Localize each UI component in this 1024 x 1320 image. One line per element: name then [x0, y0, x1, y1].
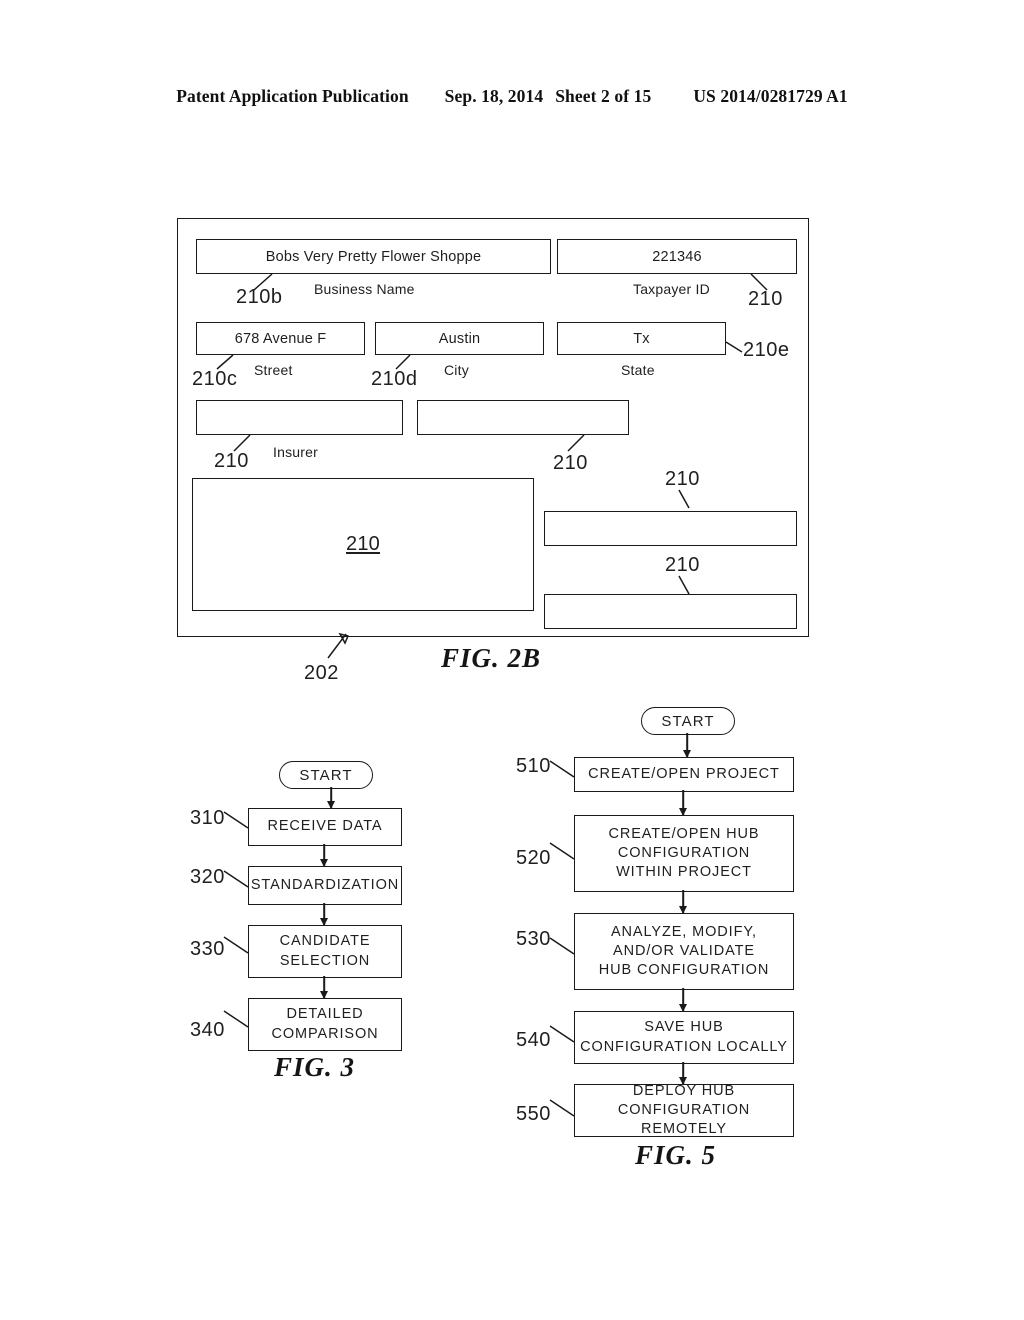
- fig5-step-520-label: CREATE/OPEN HUB CONFIGURATION WITHIN PRO…: [608, 825, 760, 881]
- unlabeled-field-1[interactable]: [417, 400, 629, 435]
- patent-sheet: Patent Application Publication Sep. 18, …: [0, 0, 1024, 1320]
- fig5-arrow-530-540: [677, 988, 689, 1012]
- publication-date: Sep. 18, 2014: [444, 86, 544, 106]
- fig3-step-320-label: STANDARDIZATION: [250, 876, 400, 893]
- fig5-step-510-label: CREATE/OPEN PROJECT: [588, 765, 780, 782]
- insurer-field[interactable]: [196, 400, 403, 435]
- fig3-arrow-start-310: [325, 787, 337, 809]
- fig3-step-310: RECEIVE DATA: [248, 808, 402, 846]
- business-name-value: Bobs Very Pretty Flower Shoppe: [265, 248, 482, 265]
- unlabeled-field-2[interactable]: [544, 511, 797, 546]
- city-label: City: [444, 362, 469, 378]
- ref-210e: 210e: [743, 339, 790, 361]
- ref-310: 310: [190, 807, 225, 829]
- city-field[interactable]: Austin: [375, 322, 544, 355]
- ref-210c: 210c: [192, 368, 238, 390]
- ref-210-field3: 210: [665, 554, 700, 576]
- fig2b-caption: FIG. 2B: [441, 643, 542, 673]
- fig5-step-520: CREATE/OPEN HUB CONFIGURATION WITHIN PRO…: [574, 815, 794, 892]
- fig5-step-530: ANALYZE, MODIFY, AND/OR VALIDATE HUB CON…: [574, 913, 794, 990]
- street-field[interactable]: 678 Avenue F: [196, 322, 365, 355]
- city-value: Austin: [438, 330, 481, 347]
- ref-540: 540: [516, 1029, 551, 1051]
- fig5-caption: FIG. 5: [635, 1140, 717, 1170]
- fig3-arrow-330-340: [318, 976, 330, 999]
- ref-340: 340: [190, 1019, 225, 1041]
- fig3-step-330-label: CANDIDATE SELECTION: [279, 933, 371, 969]
- ref-210-field2: 210: [665, 468, 700, 490]
- state-field[interactable]: Tx: [557, 322, 726, 355]
- fig3-step-320: STANDARDIZATION: [248, 866, 402, 905]
- ref-202: 202: [304, 662, 339, 684]
- taxpayer-id-value: 221346: [652, 248, 702, 265]
- fig3-step-330: CANDIDATE SELECTION: [248, 925, 402, 978]
- large-display-panel[interactable]: 210: [192, 478, 534, 611]
- ref-550: 550: [516, 1103, 551, 1125]
- fig3-arrow-310-320: [318, 844, 330, 867]
- taxpayer-id-label: Taxpayer ID: [633, 281, 710, 297]
- fig5-step-530-label: ANALYZE, MODIFY, AND/OR VALIDATE HUB CON…: [598, 923, 770, 979]
- fig5-step-540: SAVE HUB CONFIGURATION LOCALLY: [574, 1011, 794, 1064]
- fig5-arrow-540-550: [677, 1062, 689, 1085]
- fig5-arrow-510-520: [677, 790, 689, 816]
- fig5-step-550-label: DEPLOY HUB CONFIGURATION REMOTELY: [617, 1082, 751, 1138]
- fig3-start-label: START: [299, 766, 353, 784]
- ref-320: 320: [190, 866, 225, 888]
- publication-title: Patent Application Publication: [176, 86, 409, 106]
- state-value: Tx: [633, 330, 650, 347]
- sheet-number: Sheet 2 of 15: [555, 86, 652, 106]
- fig3-step-340: DETAILED COMPARISON: [248, 998, 402, 1051]
- ref-210d: 210d: [371, 368, 418, 390]
- fig5-step-540-label: SAVE HUB CONFIGURATION LOCALLY: [580, 1019, 788, 1055]
- fig5-arrow-520-530: [677, 890, 689, 914]
- street-value: 678 Avenue F: [234, 330, 327, 347]
- ref-210-field1: 210: [553, 452, 588, 474]
- fig3-step-340-label: DETAILED COMPARISON: [271, 1006, 379, 1042]
- fig5-step-550: DEPLOY HUB CONFIGURATION REMOTELY: [574, 1082, 794, 1138]
- street-label: Street: [254, 362, 293, 378]
- patent-number: US 2014/0281729 A1: [693, 86, 848, 106]
- fig3-caption: FIG. 3: [274, 1052, 356, 1082]
- taxpayer-id-field[interactable]: 221346: [557, 239, 797, 274]
- business-name-field[interactable]: Bobs Very Pretty Flower Shoppe: [196, 239, 551, 274]
- ref-510: 510: [516, 755, 551, 777]
- fig5-step-510: CREATE/OPEN PROJECT: [574, 757, 794, 792]
- fig3-step-310-label: RECEIVE DATA: [267, 818, 383, 835]
- ref-530: 530: [516, 928, 551, 950]
- insurer-label: Insurer: [273, 444, 318, 460]
- ref-330: 330: [190, 938, 225, 960]
- business-name-label: Business Name: [314, 281, 415, 297]
- ref-210-insurer: 210: [214, 450, 249, 472]
- unlabeled-field-3[interactable]: [544, 594, 797, 629]
- ref-210-taxpayer: 210: [748, 288, 783, 310]
- publication-header: Patent Application Publication Sep. 18, …: [0, 86, 1024, 107]
- fig5-start-terminator: START: [641, 707, 735, 735]
- ref-210b: 210b: [236, 286, 283, 308]
- fig3-start-terminator: START: [279, 761, 373, 789]
- ref-520: 520: [516, 847, 551, 869]
- fig5-start-label: START: [661, 712, 715, 730]
- large-panel-ref: 210: [346, 533, 380, 555]
- fig3-arrow-320-330: [318, 903, 330, 926]
- fig5-arrow-start-510: [681, 733, 693, 758]
- state-label: State: [621, 362, 655, 378]
